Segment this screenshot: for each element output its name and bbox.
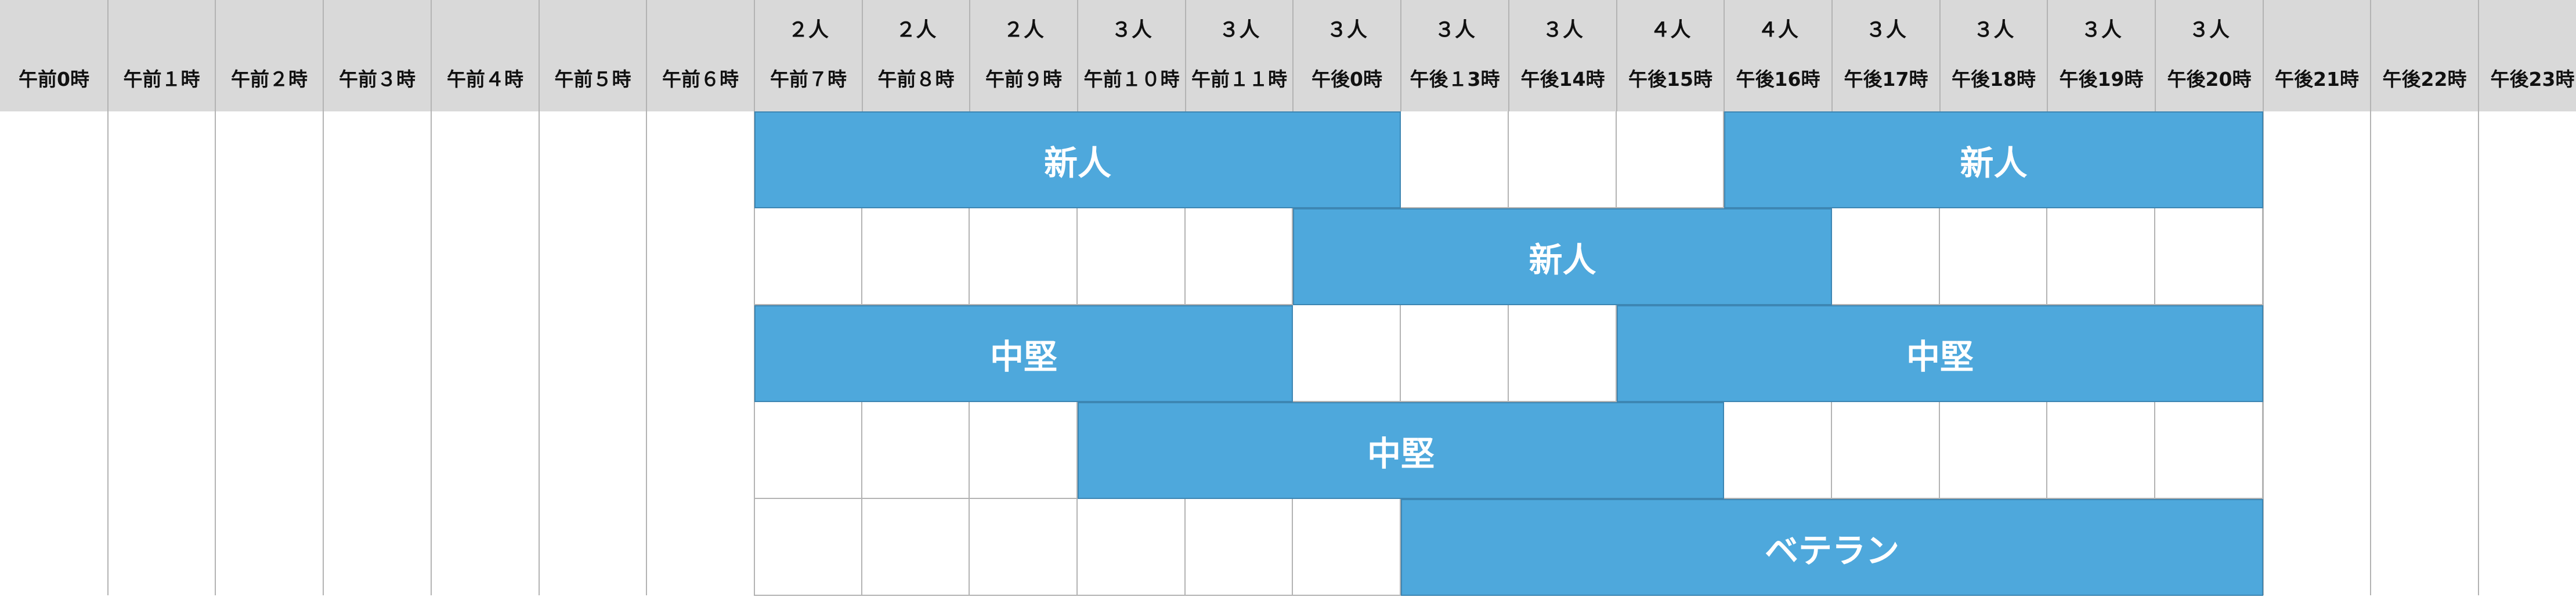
hour-label: 午後14時 — [1520, 68, 1605, 91]
hour-label: 午後16時 — [1736, 68, 1820, 91]
shift-bar[interactable]: 新人 — [1293, 208, 1832, 305]
schedule-cell[interactable] — [1401, 305, 1509, 402]
schedule-cell[interactable] — [1293, 305, 1401, 402]
staff-count-label: ３人 — [1219, 19, 1260, 42]
schedule-cell[interactable] — [970, 208, 1078, 305]
staff-count-label: ４人 — [1650, 19, 1691, 42]
shift-bar[interactable]: 新人 — [1724, 111, 2263, 208]
hour-label: 午前２時 — [231, 68, 308, 91]
staff-count-label: ２人 — [1003, 19, 1044, 42]
hour-label: 午前７時 — [770, 68, 847, 91]
hour-label: 午前６時 — [662, 68, 739, 91]
hour-label: 午後１3時 — [1410, 68, 1500, 91]
staff-count-label: ３人 — [2080, 19, 2122, 42]
hour-label: 午前３時 — [339, 68, 416, 91]
hour-label: 午後21時 — [2275, 68, 2359, 91]
schedule-cell[interactable] — [1186, 499, 1293, 596]
hour-label: 午前８時 — [877, 68, 955, 91]
hour-label: 午前１時 — [123, 68, 200, 91]
hour-label: 午後22時 — [2382, 68, 2467, 91]
shift-bar[interactable]: 中堅 — [1617, 305, 2263, 402]
schedule-cell[interactable] — [970, 499, 1078, 596]
schedule-cell[interactable] — [1832, 208, 1940, 305]
schedule-cell[interactable] — [1293, 499, 1401, 596]
staff-count-label: ３人 — [1326, 19, 1367, 42]
schedule-cell[interactable] — [1940, 402, 2047, 499]
shift-bar[interactable]: 新人 — [754, 111, 1401, 208]
schedule-cell[interactable] — [1078, 499, 1186, 596]
staff-count-label: ３人 — [1865, 19, 1906, 42]
hour-label: 午前９時 — [985, 68, 1062, 91]
staff-count-label: ３人 — [1434, 19, 1475, 42]
schedule-cell[interactable] — [862, 402, 970, 499]
shift-bar[interactable]: ベテラン — [1401, 499, 2263, 596]
schedule-cell[interactable] — [2155, 402, 2263, 499]
hour-label: 午前0時 — [19, 68, 89, 91]
schedule-cell[interactable] — [1401, 111, 1509, 208]
schedule-cell[interactable] — [754, 402, 862, 499]
hour-label: 午前４時 — [447, 68, 523, 91]
schedule-cell[interactable] — [2155, 208, 2263, 305]
schedule-cell[interactable] — [1509, 305, 1617, 402]
schedule-cell[interactable] — [1617, 111, 1724, 208]
hour-label: 午後0時 — [1312, 68, 1382, 91]
staff-count-label: ２人 — [787, 19, 829, 42]
hour-label: 午後19時 — [2059, 68, 2144, 91]
hour-label: 午後17時 — [1844, 68, 1928, 91]
staff-count-label: ４人 — [1757, 19, 1798, 42]
staff-count-label: ３人 — [2188, 19, 2230, 42]
staff-count-label: ３人 — [1542, 19, 1583, 42]
schedule-cell[interactable] — [2047, 402, 2155, 499]
schedule-cell[interactable] — [1724, 402, 1832, 499]
hour-label: 午後18時 — [1952, 68, 2036, 91]
schedule-cell[interactable] — [1186, 208, 1293, 305]
shift-bar[interactable]: 中堅 — [1078, 402, 1724, 499]
schedule-cell[interactable] — [862, 499, 970, 596]
schedule-cell[interactable] — [1509, 111, 1617, 208]
schedule-cell[interactable] — [862, 208, 970, 305]
schedule-cell[interactable] — [1832, 402, 1940, 499]
shift-schedule-grid: 午前0時 午前１時 午前２時 午前３時 午前４時 午前５時 午前６時 午前７時 ２人午前８時 ２人… — [0, 0, 2576, 604]
staff-count-label: ２人 — [895, 19, 937, 42]
hour-label: 午前５時 — [554, 68, 631, 91]
schedule-cell[interactable] — [1940, 208, 2047, 305]
schedule-cell[interactable] — [1078, 208, 1186, 305]
hour-label: 午前１０時 — [1083, 68, 1180, 91]
schedule-cell[interactable] — [754, 499, 862, 596]
schedule-cell[interactable] — [754, 208, 862, 305]
shift-bar[interactable]: 中堅 — [754, 305, 1293, 402]
schedule-cell[interactable] — [970, 402, 1078, 499]
hour-label: 午前１１時 — [1191, 68, 1287, 91]
hour-label: 午後23時 — [2490, 68, 2575, 91]
hour-label: 午後20時 — [2167, 68, 2252, 91]
staff-count-label: ３人 — [1111, 19, 1152, 42]
staff-count-label: ３人 — [1973, 19, 2014, 42]
hour-label: 午後15時 — [1628, 68, 1712, 91]
schedule-cell[interactable] — [2047, 208, 2155, 305]
